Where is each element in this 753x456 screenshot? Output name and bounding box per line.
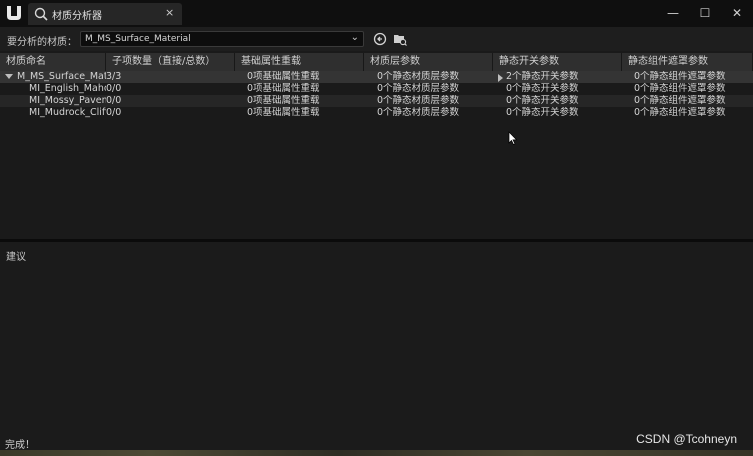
- layer-params-cell: 0个静态材质层参数: [377, 71, 460, 82]
- children-count-cell: 0/0: [106, 107, 122, 118]
- expand-switch-arrow-icon[interactable]: [498, 74, 503, 82]
- status-text: 完成！: [5, 440, 35, 451]
- minimize-button[interactable]: —: [661, 4, 685, 22]
- table-row[interactable]: MI_Mossy_Pavement0/0 0项基础属性重载 0个静态材质层参数 0个静…: [0, 95, 753, 107]
- switch-params-cell: 0个静态开关参数: [506, 83, 579, 94]
- layer-params-cell: 0个静态材质层参数: [377, 95, 460, 106]
- tab-close-icon[interactable]: ×: [165, 6, 174, 19]
- column-header-children-count[interactable]: 子项数量（直接/总数）: [106, 53, 235, 71]
- column-header-material-name[interactable]: 材质命名: [0, 53, 106, 71]
- base-params-cell: 0项基础属性重载: [247, 71, 320, 82]
- switch-params-cell: 0个静态开关参数: [506, 95, 579, 106]
- children-count-cell: 0/0: [106, 95, 122, 106]
- switch-params-cell: 0个静态开关参数: [506, 107, 579, 118]
- mask-params-cell: 0个静态组件遮罩参数: [634, 83, 726, 94]
- layer-params-cell: 0个静态材质层参数: [377, 107, 460, 118]
- column-header-layer-params[interactable]: 材质层参数: [364, 53, 493, 71]
- material-name-cell: M_MS_Surface_Material: [17, 71, 106, 82]
- children-count-cell: 0/0: [106, 83, 122, 94]
- mask-params-cell: 0个静态组件遮罩参数: [634, 71, 726, 82]
- base-params-cell: 0项基础属性重载: [247, 95, 320, 106]
- suggestions-label: 建议: [6, 252, 26, 263]
- tab-title: 材质分析器: [52, 11, 102, 22]
- table-header: 材质命名 子项数量（直接/总数） 基础属性重载 材质层参数 静态开关参数 静态组…: [0, 53, 753, 71]
- unreal-logo-icon: [7, 6, 21, 20]
- tab-material-analyzer[interactable]: 材质分析器 ×: [28, 3, 182, 25]
- layer-params-cell: 0个静态材质层参数: [377, 83, 460, 94]
- material-name-cell: MI_Mudrock_Cliff: [29, 107, 106, 118]
- mask-params-cell: 0个静态组件遮罩参数: [634, 107, 726, 118]
- material-name-cell: MI_Mossy_Pavement: [29, 95, 106, 106]
- background-viewport-strip: [0, 450, 753, 456]
- children-count-cell: 3/3: [106, 71, 122, 82]
- table-row[interactable]: M_MS_Surface_Material3/3 0项基础属性重载 0个静态材质层参…: [0, 71, 753, 83]
- material-select[interactable]: M_MS_Surface_Material ⌄: [80, 31, 364, 47]
- watermark: CSDN @Tcohneyn: [636, 432, 737, 446]
- find-in-browser-icon[interactable]: [393, 32, 407, 46]
- title-bar: 材质分析器 × — ☐ ✕: [0, 0, 753, 27]
- column-header-static-switch[interactable]: 静态开关参数: [493, 53, 622, 71]
- toolbar: 要分析的材质： M_MS_Surface_Material ⌄: [0, 27, 753, 51]
- column-header-component-mask[interactable]: 静态组件遮罩参数: [622, 53, 753, 71]
- material-select-value: M_MS_Surface_Material: [85, 34, 191, 44]
- expand-arrow-icon[interactable]: [5, 74, 13, 79]
- table-row[interactable]: MI_Mudrock_Cliff 0/0 0项基础属性重载 0个静态材质层参数 0个静态…: [0, 107, 753, 119]
- close-window-button[interactable]: ✕: [725, 4, 749, 22]
- status-bar: 完成！ CSDN @Tcohneyn: [0, 432, 753, 451]
- base-params-cell: 0项基础属性重载: [247, 83, 320, 94]
- mouse-cursor-icon: [508, 131, 518, 145]
- column-header-base-overrides[interactable]: 基础属性重载: [235, 53, 364, 71]
- mask-params-cell: 0个静态组件遮罩参数: [634, 95, 726, 106]
- switch-params-cell: 2个静态开关参数: [506, 71, 579, 82]
- table-row[interactable]: MI_English_Mahogany0/0 0项基础属性重载 0个静态材质层参数 0…: [0, 83, 753, 95]
- material-analyzer-icon: [34, 7, 48, 21]
- material-tree-table: 材质命名 子项数量（直接/总数） 基础属性重载 材质层参数 静态开关参数 静态组…: [0, 51, 753, 239]
- material-to-analyze-label: 要分析的材质：: [7, 37, 77, 48]
- chevron-down-icon: ⌄: [350, 32, 359, 43]
- material-name-cell: MI_English_Mahogany: [29, 83, 106, 94]
- suggestions-panel: 建议: [0, 242, 753, 432]
- maximize-button[interactable]: ☐: [693, 4, 717, 22]
- browse-back-icon[interactable]: [373, 32, 387, 46]
- base-params-cell: 0项基础属性重载: [247, 107, 320, 118]
